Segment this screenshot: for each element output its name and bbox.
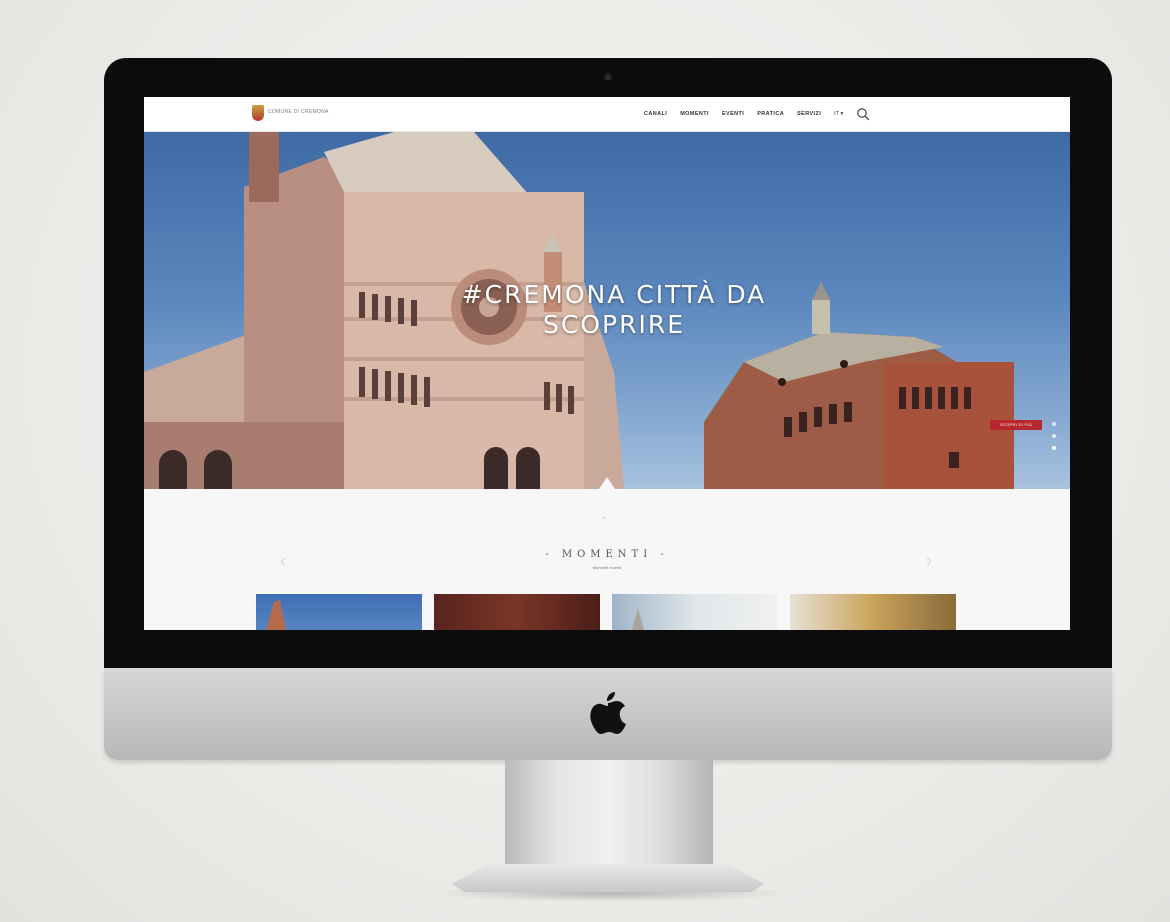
- hero-slider: #CREMONA CITTÀ DA SCOPRIRE SCOPRI DI PIÙ: [144, 132, 1070, 489]
- nav-item-servizi[interactable]: SERVIZI: [797, 111, 821, 117]
- slider-dot[interactable]: [1052, 422, 1056, 426]
- search-icon[interactable]: [856, 107, 870, 121]
- hero-title: #CREMONA CITTÀ DA SCOPRIRE: [404, 280, 824, 340]
- camera-dot: [605, 74, 611, 80]
- section-title: - MOMENTI -: [545, 549, 669, 560]
- main-nav: CANALI MOMENTI EVENTI PRATICA SERVIZI IT…: [644, 97, 870, 131]
- slider-dots: [1052, 422, 1056, 450]
- apple-logo-icon: [590, 692, 626, 734]
- momenti-cards: [256, 594, 956, 630]
- card-image: [266, 600, 286, 630]
- card-image: [632, 608, 644, 630]
- nav-item-canali[interactable]: CANALI: [644, 111, 667, 117]
- monitor-stand-neck: [505, 760, 713, 872]
- nav-item-momenti[interactable]: MOMENTI: [680, 111, 709, 117]
- scroll-down-icon[interactable]: ⌄: [600, 511, 608, 522]
- momento-card[interactable]: [612, 594, 778, 630]
- nav-item-pratica[interactable]: PRATICA: [757, 111, 784, 117]
- section-subtitle: Momenti recenti: [592, 565, 622, 570]
- momento-card[interactable]: [256, 594, 422, 630]
- crest-icon[interactable]: [252, 105, 264, 121]
- nav-item-eventi[interactable]: EVENTI: [722, 111, 744, 117]
- hero-tag-button[interactable]: SCOPRI DI PIÙ: [990, 420, 1042, 430]
- hero-title-line-2: SCOPRIRE: [543, 310, 685, 339]
- momento-card[interactable]: [790, 594, 956, 630]
- momenti-section: ⌄ ‹ › - MOMENTI - Momenti recenti: [144, 489, 1070, 630]
- slider-dot-active[interactable]: [1052, 446, 1056, 450]
- screen: COMUNE DI CREMONA CANALI MOMENTI EVENTI …: [144, 97, 1070, 630]
- monitor-stand-foot: [452, 864, 764, 892]
- language-selector[interactable]: IT ▾: [834, 111, 843, 117]
- momento-card[interactable]: [434, 594, 600, 630]
- slider-dot[interactable]: [1052, 434, 1056, 438]
- hero-title-line-1: #CREMONA CITTÀ DA: [461, 280, 767, 309]
- site-header: COMUNE DI CREMONA CANALI MOMENTI EVENTI …: [144, 97, 1070, 132]
- site-logo-text[interactable]: COMUNE DI CREMONA: [268, 109, 329, 115]
